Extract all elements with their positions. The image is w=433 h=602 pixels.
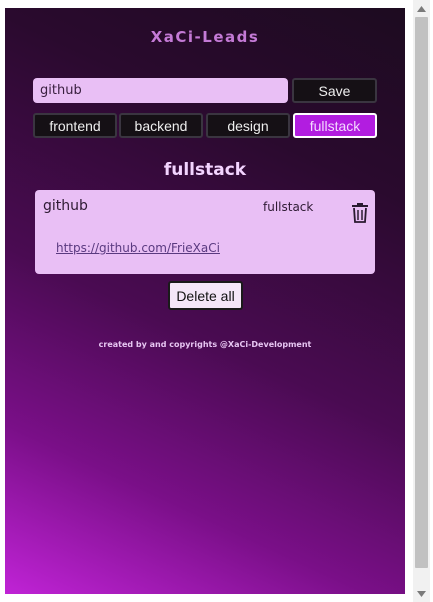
lead-name: github	[43, 198, 88, 214]
delete-all-button[interactable]: Delete all	[168, 281, 243, 310]
save-button[interactable]: Save	[292, 78, 377, 103]
category-button-fullstack[interactable]: fullstack	[293, 113, 377, 138]
extension-popup: XaCi-Leads Save frontend backend design …	[5, 8, 405, 594]
app-title: XaCi-Leads	[150, 28, 260, 46]
scrollbar[interactable]	[413, 0, 430, 602]
lead-input[interactable]	[33, 78, 288, 103]
category-button-frontend[interactable]: frontend	[33, 113, 117, 138]
lead-link[interactable]: https://github.com/FrieXaCi	[56, 241, 220, 255]
scroll-down-arrow-icon[interactable]	[413, 585, 430, 602]
scroll-up-arrow-icon[interactable]	[413, 0, 430, 17]
trash-icon[interactable]	[350, 202, 370, 224]
lead-card: github fullstack https://github.com/Frie…	[35, 190, 375, 274]
category-button-backend[interactable]: backend	[119, 113, 203, 138]
category-button-design[interactable]: design	[206, 113, 290, 138]
scrollbar-thumb[interactable]	[415, 17, 428, 568]
section-title: fullstack	[163, 160, 247, 180]
lead-category: fullstack	[263, 200, 314, 214]
footer-credit: created by and copyrights @XaCi-Developm…	[98, 340, 312, 349]
